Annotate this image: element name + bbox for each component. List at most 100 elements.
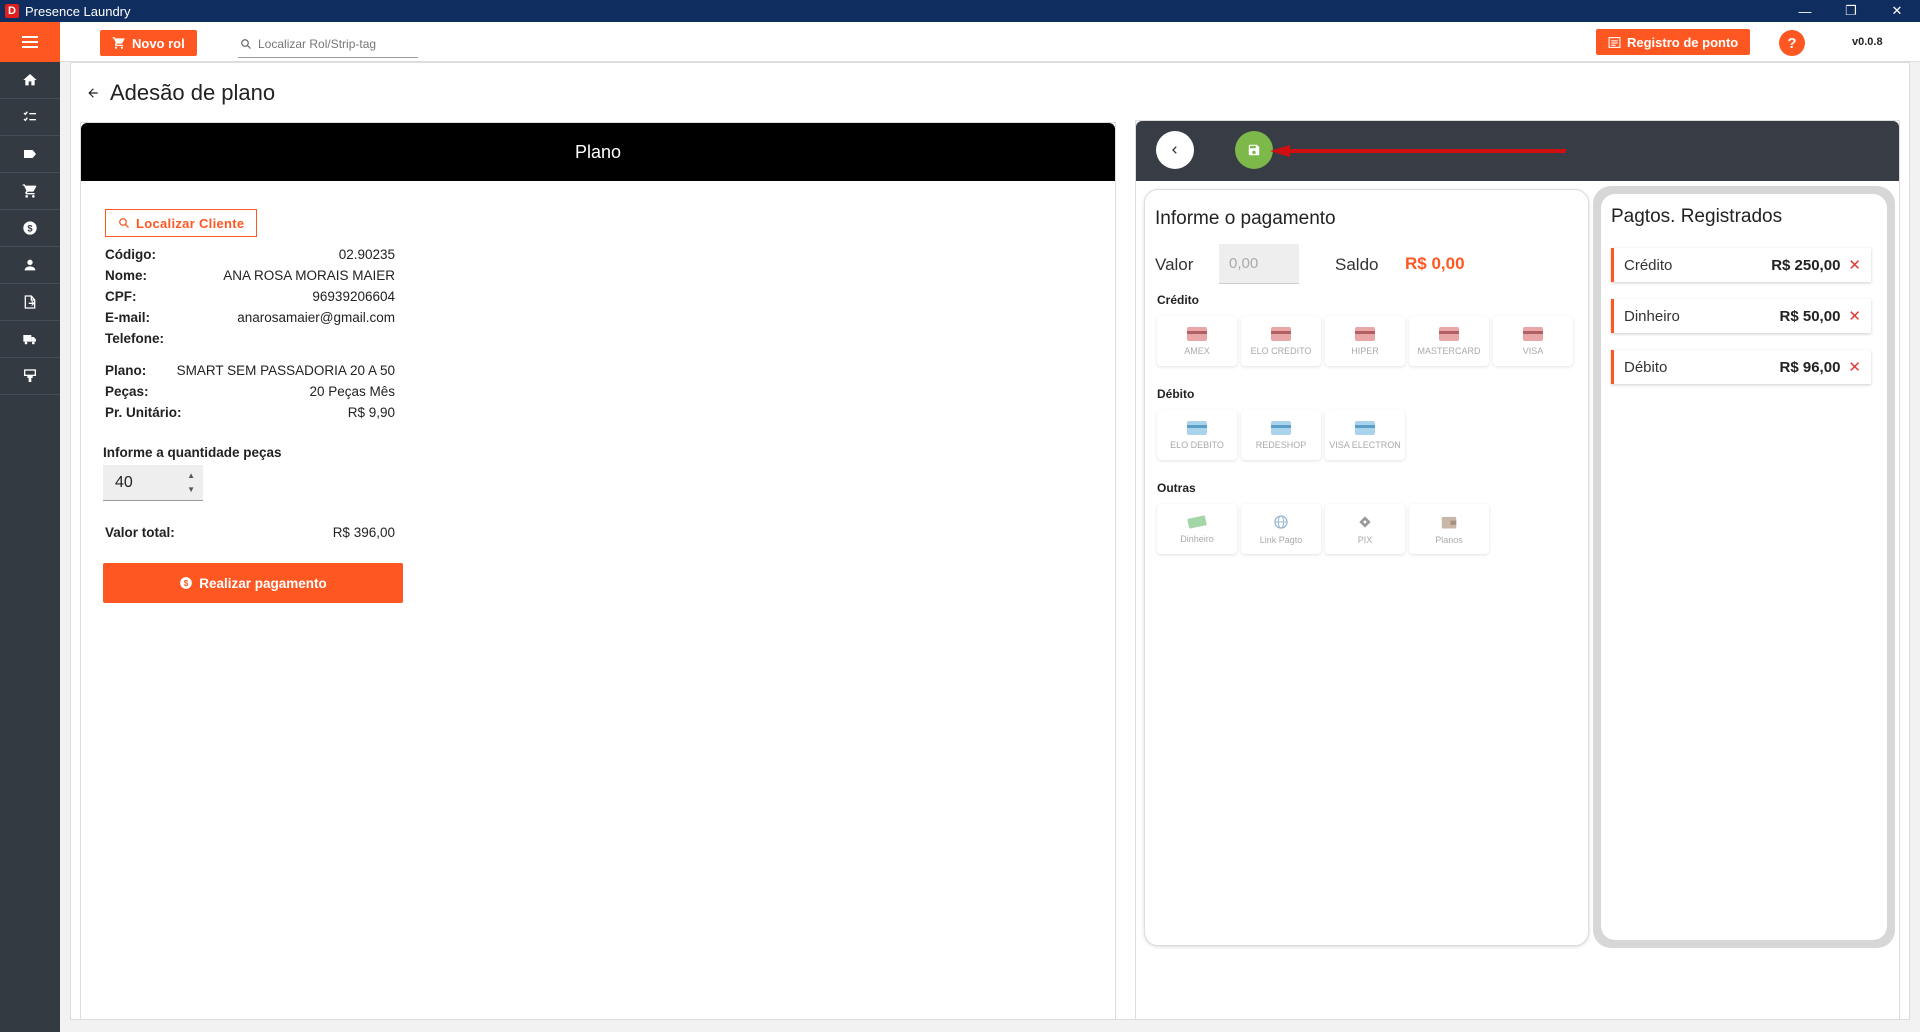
- window-title: Presence Laundry: [25, 3, 131, 19]
- save-icon: [1248, 144, 1260, 156]
- info-label: Nome:: [105, 268, 148, 283]
- money-icon: $: [180, 577, 193, 589]
- sidebar-item-financeiro[interactable]: $: [0, 210, 60, 247]
- close-icon[interactable]: ✕: [1848, 358, 1861, 376]
- payment-method-tile[interactable]: REDESHOP: [1241, 410, 1321, 460]
- window-controls: — ❐ ✕: [1782, 0, 1920, 22]
- credit-card-icon: [1271, 326, 1291, 341]
- search-placeholder: Localizar Rol/Strip-tag: [258, 36, 377, 51]
- restore-button[interactable]: ❐: [1828, 0, 1874, 22]
- payment-method-tile[interactable]: ELO CREDITO: [1241, 316, 1321, 366]
- payment-method-tile[interactable]: MASTERCARD: [1409, 316, 1489, 366]
- payment-method-tile[interactable]: HIPER: [1325, 316, 1405, 366]
- payment-method-tile[interactable]: VISA ELECTRON: [1325, 410, 1405, 460]
- localizar-cliente-button[interactable]: Localizar Cliente: [105, 209, 258, 237]
- version-label: v0.0.8: [1852, 36, 1883, 48]
- payment-area: Informe o pagamento Valor 0,00 Saldo R$ …: [1135, 120, 1900, 1020]
- close-icon[interactable]: ✕: [1848, 307, 1861, 325]
- debito-methods: ELO DEBITO REDESHOP VISA ELECTRON: [1157, 410, 1405, 460]
- cash-icon: [1187, 514, 1207, 529]
- payment-method-tile[interactable]: AMEX: [1157, 316, 1237, 366]
- window-titlebar: D Presence Laundry — ❐ ✕: [0, 0, 1920, 22]
- info-label: Pr. Unitário:: [105, 405, 182, 420]
- payment-method-label: Planos: [1435, 534, 1463, 545]
- chevron-left-icon: [1172, 146, 1177, 154]
- sidebar-item-home[interactable]: [0, 62, 60, 99]
- valor-placeholder: 0,00: [1229, 255, 1259, 272]
- sidebar-item-delivery[interactable]: [0, 321, 60, 358]
- payment-method-label: VISA ELECTRON: [1329, 439, 1401, 450]
- pagamentos-registrados-title: Pagtos. Registrados: [1611, 206, 1783, 227]
- back-arrow-icon[interactable]: [86, 86, 100, 100]
- payment-method-tile[interactable]: Dinheiro: [1157, 504, 1237, 554]
- payment-toolbar: [1136, 121, 1899, 181]
- minimize-button[interactable]: —: [1782, 0, 1828, 22]
- sidebar-item-checklist[interactable]: [0, 99, 60, 136]
- info-label: Código:: [105, 247, 156, 262]
- search-icon: [241, 38, 251, 49]
- payment-value: R$ 250,00: [1771, 256, 1841, 274]
- tag-icon: [24, 150, 36, 158]
- debito-section-label: Débito: [1157, 387, 1195, 401]
- payment-name: Crédito: [1624, 256, 1673, 274]
- valor-input[interactable]: 0,00: [1219, 244, 1299, 284]
- payment-method-tile[interactable]: PIX: [1325, 504, 1405, 554]
- search-input[interactable]: Localizar Rol/Strip-tag: [238, 30, 418, 58]
- hamburger-menu-button[interactable]: [0, 22, 60, 62]
- payment-value: R$ 50,00: [1779, 307, 1841, 325]
- realizar-pagamento-label: Realizar pagamento: [199, 575, 327, 591]
- info-value: SMART SEM PASSADORIA 20 A 50: [176, 363, 395, 378]
- increment-icon[interactable]: ▲: [187, 469, 195, 483]
- list-item: Débito R$ 96,00 ✕: [1611, 350, 1871, 384]
- payment-method-label: PIX: [1357, 534, 1373, 545]
- quantidade-stepper[interactable]: ▲ ▼: [187, 469, 195, 497]
- payment-method-tile[interactable]: ELO DEBITO: [1157, 410, 1237, 460]
- sidebar-item-cart[interactable]: [0, 173, 60, 210]
- saldo-value: R$ 0,00: [1405, 254, 1465, 273]
- pagamentos-registrados-card: Pagtos. Registrados Crédito R$ 250,00 ✕ …: [1593, 186, 1895, 948]
- sidebar-item-clientes[interactable]: [0, 247, 60, 284]
- top-toolbar: Novo rol Localizar Rol/Strip-tag Registr…: [0, 22, 1920, 62]
- close-window-button[interactable]: ✕: [1874, 0, 1920, 22]
- svg-text:$: $: [27, 223, 33, 233]
- debit-card-icon: [1355, 420, 1375, 435]
- plano-header: Plano: [81, 123, 1115, 181]
- payment-method-label: HIPER: [1351, 345, 1379, 356]
- help-button[interactable]: ?: [1779, 30, 1805, 56]
- svg-text:$: $: [184, 579, 189, 588]
- plant-icon: [24, 369, 36, 382]
- info-email: E-mail: anarosamaier@gmail.com: [105, 310, 395, 325]
- outras-section-label: Outras: [1157, 481, 1196, 495]
- saldo-label: Saldo: [1335, 255, 1379, 274]
- credit-card-icon: [1439, 326, 1459, 341]
- pagamentos-registrados-inner: Pagtos. Registrados Crédito R$ 250,00 ✕ …: [1601, 194, 1887, 940]
- payment-method-tile[interactable]: Planos: [1409, 504, 1489, 554]
- info-label: E-mail:: [105, 310, 151, 325]
- close-icon[interactable]: ✕: [1848, 256, 1861, 274]
- novo-rol-button[interactable]: Novo rol: [100, 30, 197, 56]
- page-title: Adesão de plano: [110, 80, 276, 105]
- credit-card-icon: [1355, 326, 1375, 341]
- info-codigo: Código: 02.90235: [105, 247, 395, 262]
- home-icon: [23, 74, 37, 86]
- payment-method-label: ELO CREDITO: [1250, 345, 1312, 356]
- sidebar: $: [0, 62, 60, 1032]
- payment-method-tile[interactable]: Link Pagto: [1241, 504, 1321, 554]
- valor-label: Valor: [1155, 255, 1194, 274]
- sidebar-item-export[interactable]: [0, 284, 60, 321]
- payment-method-tile[interactable]: VISA: [1493, 316, 1573, 366]
- quantidade-input[interactable]: 40 ▲ ▼: [103, 465, 203, 501]
- realizar-pagamento-button[interactable]: $ Realizar pagamento: [103, 563, 403, 603]
- info-label: CPF:: [105, 289, 137, 304]
- list-item: Crédito R$ 250,00 ✕: [1611, 248, 1871, 282]
- sidebar-item-plants[interactable]: [0, 358, 60, 395]
- sidebar-item-tags[interactable]: [0, 136, 60, 173]
- payment-method-label: MASTERCARD: [1417, 345, 1481, 356]
- decrement-icon[interactable]: ▼: [187, 483, 195, 497]
- annotation-arrow-icon: [1270, 145, 1566, 157]
- info-value: R$ 396,00: [332, 525, 395, 540]
- quantidade-value: 40: [115, 473, 133, 491]
- payment-back-button[interactable]: [1156, 131, 1194, 169]
- save-button[interactable]: [1235, 131, 1273, 169]
- registro-de-ponto-button[interactable]: Registro de ponto: [1596, 29, 1751, 55]
